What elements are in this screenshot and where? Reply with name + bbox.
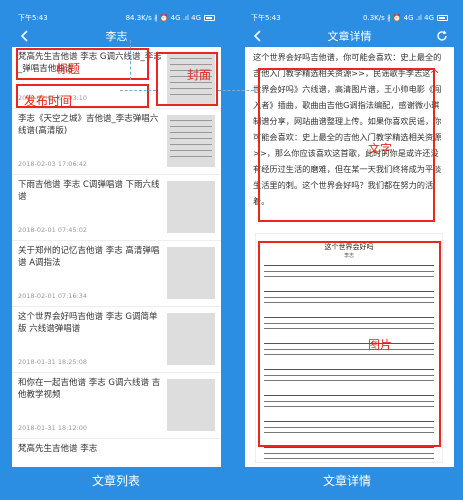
title-bar: 文章详情 bbox=[245, 25, 454, 47]
list-item[interactable]: 李志《天空之城》吉他谱_李志弹唱六线谱(高清版) 2018-02-03 17:0… bbox=[12, 109, 221, 175]
connector-line bbox=[218, 90, 254, 91]
list-item[interactable]: 下雨吉他谱 李志 C调弹唱谱 下雨六线谱 2018-02-01 07:45:02 bbox=[12, 175, 221, 241]
connector-line bbox=[120, 90, 156, 91]
list-item[interactable]: 梵高先生吉他谱 李志 bbox=[12, 439, 221, 467]
article-date: 2018-02-01 07:45:02 bbox=[18, 226, 88, 234]
image-annotation-label: 图片 bbox=[368, 338, 393, 352]
article-title: 关于郑州的记忆吉他谱 李志 高清弹唱谱 A调指法 bbox=[18, 246, 160, 268]
status-time: 下午5:43 bbox=[251, 14, 281, 22]
list-item[interactable]: 和你在一起吉他谱 李志 G调六线谱 吉他教学视频 2018-01-31 18:1… bbox=[12, 373, 221, 439]
page-title: 李志 bbox=[105, 30, 128, 43]
back-arrow-icon[interactable] bbox=[251, 29, 265, 43]
back-arrow-icon[interactable] bbox=[18, 29, 32, 43]
article-title: 李志《天空之城》吉他谱_李志弹唱六线谱(高清版) bbox=[18, 114, 159, 136]
article-title: 和你在一起吉他谱 李志 G调六线谱 吉他教学视频 bbox=[18, 378, 161, 400]
article-date: 2018-02-01 07:16:34 bbox=[18, 292, 88, 300]
article-date: 2018-01-31 18:12:00 bbox=[18, 424, 88, 432]
refresh-icon[interactable] bbox=[436, 30, 448, 42]
status-bar: 下午5:43 0.3K/s ∦ ⏰ 4G .ıl 4G bbox=[245, 11, 454, 25]
title-bar: 李志 bbox=[12, 25, 221, 47]
battery-icon bbox=[437, 15, 448, 21]
article-date: 2018-02-03 17:06:42 bbox=[18, 160, 88, 168]
title-annotation-label: 标题 bbox=[56, 62, 81, 76]
cover-thumbnail bbox=[167, 379, 215, 431]
cover-thumbnail bbox=[167, 115, 215, 167]
date-annotation-label: 发布时间 bbox=[24, 94, 73, 108]
connector-line bbox=[130, 40, 131, 80]
right-caption: 文章详情 bbox=[322, 474, 371, 488]
cover-thumbnail bbox=[167, 247, 215, 299]
article-date: 2018-01-31 18:25:08 bbox=[18, 358, 88, 366]
article-list: 梵高先生吉他谱 李志 G调六线谱_李志_弹唱吉他曲谱 2018-02-05 07… bbox=[12, 47, 221, 467]
cover-thumbnail bbox=[167, 181, 215, 233]
list-item[interactable]: 这个世界会好吗吉他谱 李志 G调简单版 六线谱弹唱谱 2018-01-31 18… bbox=[12, 307, 221, 373]
status-bar: 下午5:43 84.3K/s ∦ ⏰ 4G .ıl 4G bbox=[12, 11, 221, 25]
battery-icon bbox=[204, 15, 215, 21]
article-title: 这个世界会好吗吉他谱 李志 G调简单版 六线谱弹唱谱 bbox=[18, 312, 158, 334]
cover-annotation-label: 封面 bbox=[187, 68, 212, 82]
left-caption: 文章列表 bbox=[91, 474, 140, 488]
cover-thumbnail bbox=[167, 313, 215, 365]
article-title: 下雨吉他谱 李志 C调弹唱谱 下雨六线谱 bbox=[18, 180, 160, 202]
status-time: 下午5:43 bbox=[18, 14, 48, 22]
status-network: 0.3K/s ∦ ⏰ 4G .ıl 4G bbox=[363, 14, 434, 22]
page-title: 文章详情 bbox=[327, 30, 372, 43]
article-title: 梵高先生吉他谱 李志 bbox=[18, 444, 98, 454]
image-annotation-box bbox=[258, 241, 441, 447]
status-network: 84.3K/s ∦ ⏰ 4G .ıl 4G bbox=[125, 14, 201, 22]
list-item[interactable]: 关于郑州的记忆吉他谱 李志 高清弹唱谱 A调指法 2018-02-01 07:1… bbox=[12, 241, 221, 307]
text-annotation-label: 文字 bbox=[368, 142, 393, 156]
text-annotation-box bbox=[258, 68, 435, 222]
